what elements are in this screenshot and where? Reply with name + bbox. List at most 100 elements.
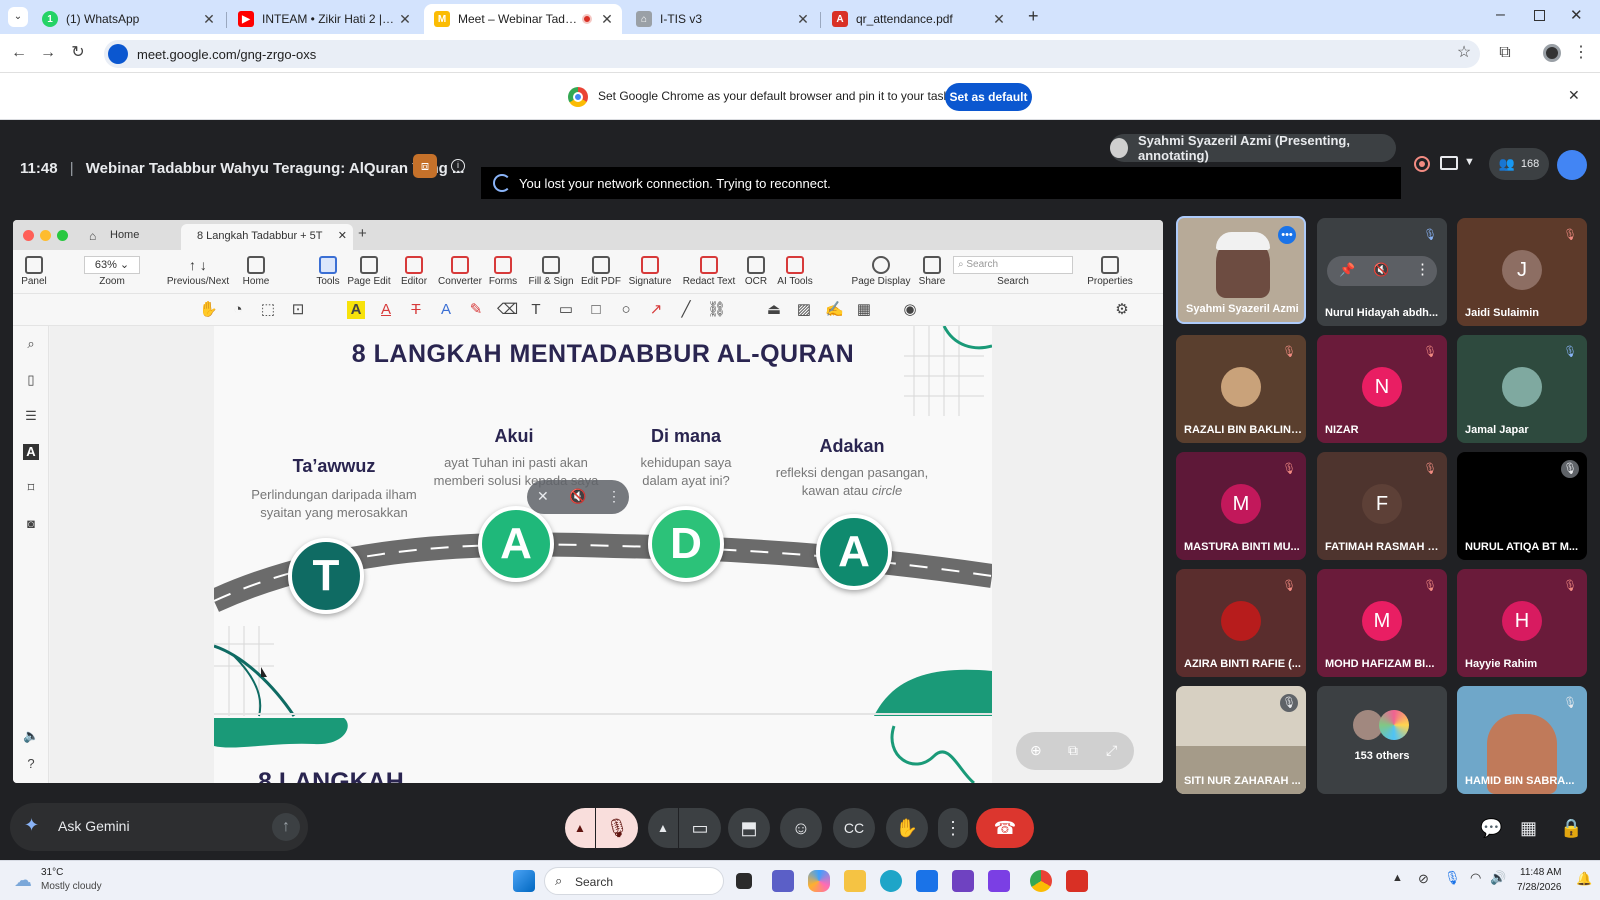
hand-tool-icon[interactable]: ✋ — [199, 301, 218, 319]
participant-tile[interactable]: M 🎙 MASTURA BINTI MU... — [1176, 452, 1306, 560]
eye-icon[interactable]: ◉ — [901, 301, 919, 319]
wifi-icon[interactable]: ◠ — [1470, 870, 1481, 886]
captions-button[interactable]: CC — [833, 808, 875, 848]
taskbar-search-box[interactable]: ⌕ Search — [544, 867, 724, 895]
extensions-icon[interactable]: ⧉ — [1494, 42, 1516, 64]
close-tab-icon[interactable]: ✕ — [200, 11, 218, 28]
ribbon-forms[interactable]: Forms — [487, 252, 519, 287]
camera-toggle-button[interactable]: ▭ — [679, 808, 721, 848]
site-info-icon[interactable] — [108, 44, 128, 64]
forward-icon[interactable]: → — [37, 42, 59, 64]
back-icon[interactable]: ← — [8, 42, 30, 64]
ribbon-properties[interactable]: Properties — [1085, 252, 1135, 287]
participant-tile[interactable]: 🎙 Jamal Japar — [1457, 335, 1587, 443]
present-screen-button[interactable]: ⬒ — [728, 808, 770, 848]
browser-tab-inteam[interactable]: ▶ INTEAM • Zikir Hati 2 | Dhikr to ✕ — [228, 4, 420, 34]
camera-icon[interactable]: ◙ — [23, 516, 39, 532]
browser-tab-meet[interactable]: M Meet – Webinar Tadabbur W ✕ — [424, 4, 622, 34]
participant-tile[interactable]: 🎙 SITI NUR ZAHARAH ... — [1176, 686, 1306, 794]
sign-icon[interactable]: ✍ — [825, 301, 844, 319]
ribbon-redact-text[interactable]: Redact Text — [681, 252, 737, 287]
browser-tab-whatsapp[interactable]: 1 (1) WhatsApp ✕ — [32, 4, 224, 34]
zoom-area-icon[interactable]: ⊡ — [289, 301, 307, 319]
mute-off-icon[interactable]: 🔇 — [569, 488, 586, 505]
zoom-box[interactable]: 63% ⌄ — [84, 256, 140, 274]
send-arrow-icon[interactable]: ↑ — [272, 813, 300, 841]
file-explorer-icon[interactable] — [844, 870, 866, 892]
participant-tile[interactable]: 🎙 RAZALI BIN BAKLIN ... — [1176, 335, 1306, 443]
app-purple2-icon[interactable] — [988, 870, 1010, 892]
ribbon-prev-next[interactable]: ↑ ↓ Previous/Next — [165, 252, 231, 287]
underline-icon[interactable]: A — [437, 301, 455, 319]
profile-avatar[interactable] — [1543, 44, 1561, 62]
home-tab[interactable]: Home — [110, 229, 139, 241]
copilot-icon[interactable] — [808, 870, 830, 892]
host-controls-icon[interactable]: ⧈ — [413, 154, 437, 178]
link-icon[interactable]: ⛓ — [707, 301, 726, 319]
stamp-icon[interactable]: ⏏ — [765, 301, 783, 319]
screen-share-off-icon[interactable] — [1440, 156, 1458, 170]
reactions-button[interactable]: ☺ — [780, 808, 822, 848]
ribbon-converter[interactable]: Converter — [437, 252, 483, 287]
pop-out-icon[interactable]: ⧉ — [1068, 742, 1078, 759]
minimize-icon[interactable]: – — [1496, 6, 1505, 24]
participants-button[interactable]: 👥 168 — [1489, 148, 1549, 180]
zoom-in-icon[interactable]: ⊕ — [1030, 742, 1042, 759]
participant-tile[interactable]: 🎙 AZIRA BINTI RAFIE (... — [1176, 569, 1306, 677]
font-icon[interactable]: A — [23, 444, 39, 460]
ribbon-fill-sign[interactable]: Fill & Sign — [527, 252, 575, 287]
mic-options-button[interactable]: ▲ — [565, 808, 595, 848]
wifi-off-icon[interactable]: ⊘ — [1418, 871, 1429, 887]
meeting-info-icon[interactable]: i — [451, 159, 465, 173]
clock-time[interactable]: 11:48 AM — [1520, 867, 1562, 878]
teams-icon[interactable] — [772, 870, 794, 892]
pin-off-icon[interactable]: ✕ — [537, 488, 549, 505]
new-doc-tab-icon[interactable]: + — [358, 225, 367, 242]
participant-tile[interactable]: H 🎙 Hayyie Rahim — [1457, 569, 1587, 677]
ribbon-page-display[interactable]: Page Display — [851, 252, 911, 287]
set-as-default-button[interactable]: Set as default — [945, 83, 1032, 111]
ribbon-tools[interactable]: Tools — [313, 252, 343, 287]
mute-icon[interactable]: 🔇 — [1373, 262, 1389, 278]
notification-bell-icon[interactable]: 🔔 — [1576, 871, 1592, 887]
acrobat-icon[interactable] — [1066, 870, 1088, 892]
close-tab-icon[interactable]: ✕ — [990, 11, 1008, 28]
address-bar[interactable]: meet.google.com/gng-zrgo-oxs — [104, 40, 1480, 68]
restore-icon[interactable] — [1534, 10, 1545, 21]
ribbon-editor[interactable]: Editor — [397, 252, 431, 287]
task-view-icon[interactable] — [736, 873, 752, 889]
ribbon-zoom[interactable]: 63% ⌄ Zoom — [67, 252, 157, 287]
line-icon[interactable]: ╱ — [677, 301, 695, 319]
raise-hand-button[interactable]: ✋ — [886, 808, 928, 848]
edge-icon[interactable] — [880, 870, 902, 892]
volume-icon[interactable]: 🔊 — [1490, 870, 1506, 886]
pen-icon[interactable]: ✎ — [467, 301, 485, 319]
store-icon[interactable] — [916, 870, 938, 892]
browser-tab-itis[interactable]: ⌂ I-TIS v3 ✕ — [626, 4, 818, 34]
participant-tile[interactable]: 🎙 HAMID BIN SABRA... — [1457, 686, 1587, 794]
rectangle-icon[interactable]: □ — [587, 301, 605, 319]
weather-icon[interactable]: ☁ — [14, 870, 32, 891]
browser-tab-pdf[interactable]: A qr_attendance.pdf ✕ — [822, 4, 1014, 34]
close-tab-icon[interactable]: ✕ — [794, 11, 812, 28]
chat-icon[interactable]: 💬 — [1480, 818, 1502, 839]
ribbon-edit-pdf[interactable]: Edit PDF — [581, 252, 621, 287]
close-tab-icon[interactable]: ✕ — [598, 11, 616, 28]
microphone-icon[interactable]: 🎙 — [1444, 870, 1461, 886]
chrome-menu-icon[interactable]: ⋮ — [1570, 42, 1592, 64]
participant-tile[interactable]: F 🎙 FATIMAH RASMAH B... — [1317, 452, 1447, 560]
arrow-icon[interactable]: ↗ — [647, 301, 665, 319]
table-icon[interactable]: ▦ — [855, 301, 873, 319]
participant-tile[interactable]: 🎙 📌 🔇 ⋮ Nurul Hidayah abdh... — [1317, 218, 1447, 326]
ribbon-ocr[interactable]: OCR — [743, 252, 769, 287]
document-tab[interactable]: 8 Langkah Tadabbur + 5T ✕ — [181, 224, 353, 250]
participant-tile[interactable]: M 🎙 MOHD HAFIZAM BI... — [1317, 569, 1447, 677]
ribbon-panel[interactable]: Panel — [19, 252, 49, 287]
clock-date[interactable]: 7/28/2026 — [1517, 882, 1562, 893]
participant-tile[interactable]: N 🎙 NIZAR — [1317, 335, 1447, 443]
eraser-icon[interactable]: ⌫ — [497, 301, 518, 319]
recording-icon[interactable] — [1414, 156, 1430, 172]
speaker-icon[interactable]: 🔈 — [23, 728, 39, 744]
comment-icon[interactable]: ▭ — [557, 301, 575, 319]
text-color-icon[interactable]: A — [377, 301, 395, 319]
